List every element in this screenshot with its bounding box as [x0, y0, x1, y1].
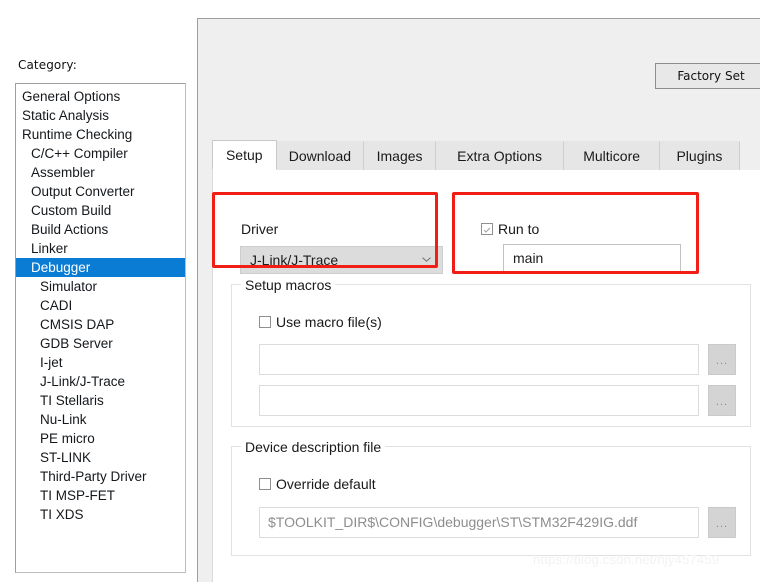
sidebar-item-pe-micro[interactable]: PE micro — [16, 429, 185, 448]
tab-strip: Setup Download Images Extra Options Multicor… — [212, 140, 760, 171]
device-description-title: Device description file — [241, 439, 386, 455]
sidebar-item-cmsis-dap[interactable]: CMSIS DAP — [16, 315, 185, 334]
sidebar-item-linker[interactable]: Linker — [16, 239, 185, 258]
sidebar-item-label: C/C++ Compiler — [31, 146, 128, 161]
sidebar-item-label: Assembler — [31, 165, 95, 180]
sidebar-item-third-party-driver[interactable]: Third-Party Driver — [16, 467, 185, 486]
tab-label: Extra Options — [457, 148, 542, 164]
sidebar-item-output-converter[interactable]: Output Converter — [16, 182, 185, 201]
factory-settings-button[interactable]: Factory Set — [655, 63, 760, 89]
ellipsis-icon: ... — [715, 517, 729, 530]
sidebar-item-label: ST-LINK — [40, 450, 92, 465]
ellipsis-icon: ... — [715, 354, 729, 367]
tab-multicore[interactable]: Multicore — [563, 141, 661, 170]
sidebar-item-nu-link[interactable]: Nu-Link — [16, 410, 185, 429]
macro-file-2-browse-button[interactable]: ... — [708, 385, 736, 416]
sidebar-item-runtime-checking[interactable]: Runtime Checking — [16, 125, 185, 144]
sidebar-item-label: Third-Party Driver — [40, 469, 147, 484]
sidebar-item-label: GDB Server — [40, 336, 113, 351]
sidebar-item-general-options[interactable]: General Options — [16, 87, 185, 106]
category-pane: Category: General Options Static Analysis… — [0, 0, 192, 582]
sidebar-item-label: Simulator — [40, 279, 98, 294]
sidebar-item-label: Output Converter — [31, 184, 135, 199]
sidebar-item-i-jet[interactable]: I-jet — [16, 353, 185, 372]
override-default-label: Override default — [276, 476, 376, 492]
sidebar-item-custom-build[interactable]: Custom Build — [16, 201, 185, 220]
sidebar-item-ti-msp-fet[interactable]: TI MSP-FET — [16, 486, 185, 505]
sidebar-item-label: Static Analysis — [22, 108, 110, 123]
device-description-browse-button[interactable]: ... — [708, 507, 736, 538]
macro-file-2-input[interactable] — [259, 385, 699, 416]
sidebar-item-label: CADI — [40, 298, 73, 313]
checkbox-icon — [259, 478, 271, 490]
sidebar-item-debugger[interactable]: Debugger — [16, 258, 185, 277]
override-default-checkbox[interactable]: Override default — [259, 476, 376, 492]
tab-setup[interactable]: Setup — [212, 140, 277, 170]
setup-macros-title: Setup macros — [241, 277, 336, 293]
sidebar-item-label: Build Actions — [31, 222, 109, 237]
device-description-path-value: $TOOLKIT_DIR$\CONFIG\debugger\ST\STM32F4… — [268, 514, 638, 530]
watermark: https://blog.csdn.net/hjy457459 — [533, 552, 720, 567]
sidebar-item-c-c-compiler[interactable]: C/C++ Compiler — [16, 144, 185, 163]
tab-extra-options[interactable]: Extra Options — [434, 141, 565, 170]
sidebar-item-label: TI MSP-FET — [40, 488, 115, 503]
use-macro-files-label: Use macro file(s) — [276, 314, 382, 330]
sidebar-item-assembler[interactable]: Assembler — [16, 163, 185, 182]
checkbox-icon — [259, 316, 271, 328]
sidebar-item-label: Nu-Link — [40, 412, 87, 427]
sidebar-item-label: Linker — [31, 241, 68, 256]
tab-label: Multicore — [583, 148, 641, 164]
sidebar-item-build-actions[interactable]: Build Actions — [16, 220, 185, 239]
sidebar-item-simulator[interactable]: Simulator — [16, 277, 185, 296]
sidebar-item-label: PE micro — [40, 431, 95, 446]
sidebar-item-label: Custom Build — [31, 203, 112, 218]
tab-label: Download — [288, 148, 352, 164]
tab-images[interactable]: Images — [363, 141, 436, 170]
options-pane-body: Factory Set Setup Download Images Extra Opt… — [198, 19, 760, 582]
run-to-highlight-box — [452, 192, 699, 274]
category-listbox[interactable]: General Options Static Analysis Runtime Ch… — [15, 83, 186, 573]
sidebar-item-label: General Options — [22, 89, 121, 104]
sidebar-item-label: TI Stellaris — [40, 393, 104, 408]
sidebar-item-st-link[interactable]: ST-LINK — [16, 448, 185, 467]
category-label: Category: — [18, 58, 77, 72]
use-macro-files-checkbox[interactable]: Use macro file(s) — [259, 314, 382, 330]
sidebar-item-cadi[interactable]: CADI — [16, 296, 185, 315]
sidebar-item-label: TI XDS — [40, 507, 84, 522]
sidebar-item-label: Runtime Checking — [22, 127, 133, 142]
sidebar-item-label: Debugger — [31, 260, 91, 275]
sidebar-item-label: CMSIS DAP — [40, 317, 115, 332]
sidebar-item-static-analysis[interactable]: Static Analysis — [16, 106, 185, 125]
sidebar-item-ti-stellaris[interactable]: TI Stellaris — [16, 391, 185, 410]
macro-file-1-browse-button[interactable]: ... — [708, 344, 736, 375]
tab-download[interactable]: Download — [275, 141, 365, 170]
sidebar-item-gdb-server[interactable]: GDB Server — [16, 334, 185, 353]
sidebar-item-ti-xds[interactable]: TI XDS — [16, 505, 185, 524]
sidebar-item-label: I-jet — [40, 355, 63, 370]
tab-label: Plugins — [676, 148, 723, 164]
options-pane: Factory Set Setup Download Images Extra Opt… — [197, 18, 760, 582]
tab-label: Images — [376, 148, 423, 164]
device-description-path-input[interactable]: $TOOLKIT_DIR$\CONFIG\debugger\ST\STM32F4… — [259, 507, 699, 538]
macro-file-1-input[interactable] — [259, 344, 699, 375]
tab-plugins[interactable]: Plugins — [659, 141, 740, 170]
driver-highlight-box — [212, 192, 438, 268]
sidebar-item-j-link-j-trace[interactable]: J-Link/J-Trace — [16, 372, 185, 391]
sidebar-item-label: J-Link/J-Trace — [40, 374, 126, 389]
ellipsis-icon: ... — [715, 395, 729, 408]
tab-label: Setup — [225, 147, 263, 163]
device-description-group — [231, 446, 751, 556]
